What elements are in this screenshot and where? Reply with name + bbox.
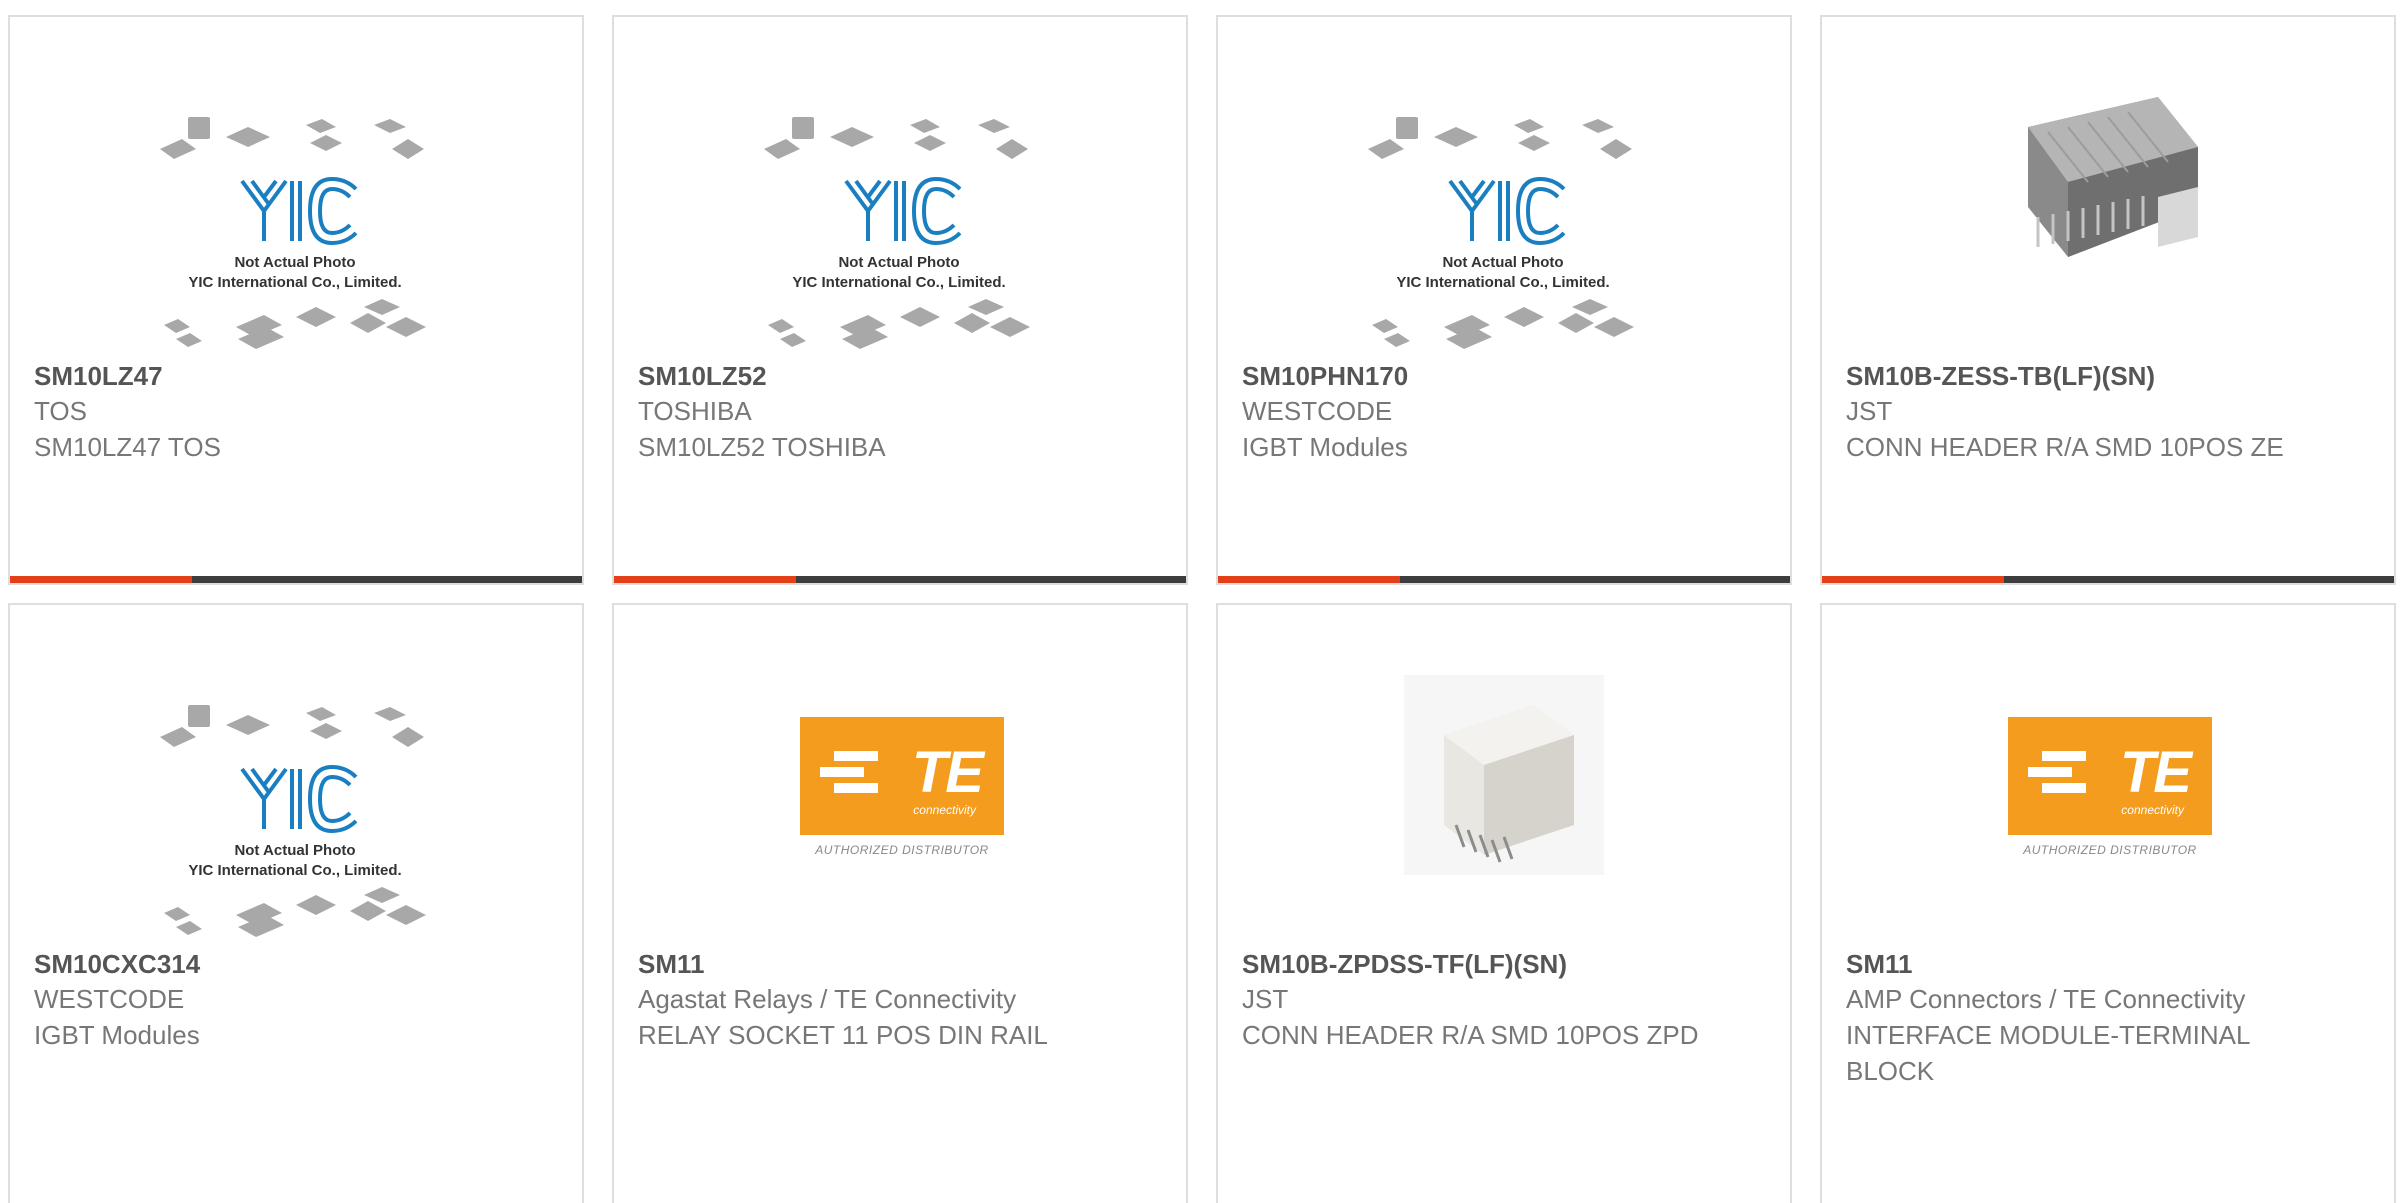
- product-card[interactable]: Not Actual Photo YIC International Co., …: [612, 15, 1188, 585]
- part-number-link[interactable]: SM10PHN170: [1242, 359, 1712, 393]
- product-thumbnail[interactable]: Not Actual Photo YIC International Co., …: [10, 77, 582, 367]
- description: CONN HEADER R/A SMD 10POS ZPD: [1242, 1020, 1699, 1050]
- manufacturer: JST: [1846, 396, 1893, 426]
- part-number-link[interactable]: SM11: [638, 947, 1108, 981]
- te-connectivity-logo: TE connectivity AUTHORIZED DISTRIBUTOR: [800, 717, 1004, 863]
- part-number-link[interactable]: SM10CXC314: [34, 947, 504, 981]
- te-connectivity-logo: TE connectivity AUTHORIZED DISTRIBUTOR: [2008, 717, 2212, 863]
- manufacturer: Agastat Relays / TE Connectivity: [638, 984, 1017, 1014]
- product-info: SM11 Agastat Relays / TE Connectivity RE…: [638, 947, 1108, 1053]
- product-card[interactable]: SM10B-ZPDSS-TF(LF)(SN) JST CONN HEADER R…: [1216, 603, 1792, 1203]
- product-info: SM10PHN170 WESTCODE IGBT Modules: [1242, 359, 1712, 465]
- product-card[interactable]: Not Actual Photo YIC International Co., …: [8, 15, 584, 585]
- card-bottom-bar-accent: [10, 576, 192, 583]
- product-thumbnail[interactable]: Not Actual Photo YIC International Co., …: [1218, 77, 1790, 367]
- product-card[interactable]: TE connectivity AUTHORIZED DISTRIBUTOR S…: [1820, 603, 2396, 1203]
- svg-text:Not Actual Photo: Not Actual Photo: [1442, 254, 1563, 271]
- card-bottom-bar: [1822, 576, 2394, 583]
- svg-text:Not Actual Photo: Not Actual Photo: [234, 254, 355, 271]
- svg-text:YIC International Co., Limited: YIC International Co., Limited.: [792, 274, 1005, 291]
- product-thumbnail[interactable]: [1822, 77, 2394, 367]
- description: SM10LZ47 TOS: [34, 432, 221, 462]
- product-thumbnail[interactable]: Not Actual Photo YIC International Co., …: [10, 665, 582, 955]
- te-logo-text: TE: [911, 740, 984, 805]
- part-number-link[interactable]: SM10LZ52: [638, 359, 1108, 393]
- card-bottom-bar: [1218, 576, 1790, 583]
- card-bottom-bar: [10, 576, 582, 583]
- authorized-distributor-label: AUTHORIZED DISTRIBUTOR: [2023, 843, 2197, 857]
- manufacturer: AMP Connectors / TE Connectivity: [1846, 984, 2246, 1014]
- part-number-link[interactable]: SM10B-ZPDSS-TF(LF)(SN): [1242, 947, 1712, 981]
- product-card[interactable]: Not Actual Photo YIC International Co., …: [8, 603, 584, 1203]
- product-thumbnail[interactable]: Not Actual Photo YIC International Co., …: [614, 77, 1186, 367]
- product-thumbnail[interactable]: [1218, 665, 1790, 955]
- product-info: SM10CXC314 WESTCODE IGBT Modules: [34, 947, 504, 1053]
- product-info: SM10B-ZESS-TB(LF)(SN) JST CONN HEADER R/…: [1846, 359, 2316, 465]
- svg-text:YIC International Co., Limited: YIC International Co., Limited.: [1396, 274, 1609, 291]
- card-bottom-bar: [614, 576, 1186, 583]
- card-bottom-bar-accent: [1218, 576, 1400, 583]
- te-logo-box: TE connectivity: [800, 717, 1004, 835]
- yic-placeholder-image: Not Actual Photo YIC International Co., …: [160, 117, 426, 349]
- part-number-link[interactable]: SM10B-ZESS-TB(LF)(SN): [1846, 359, 2316, 393]
- product-card[interactable]: Not Actual Photo YIC International Co., …: [1216, 15, 1792, 585]
- te-logo-text: TE: [2119, 740, 2192, 805]
- product-card[interactable]: SM10B-ZESS-TB(LF)(SN) JST CONN HEADER R/…: [1820, 15, 2396, 585]
- te-stripes-icon: [820, 751, 878, 793]
- manufacturer: WESTCODE: [34, 984, 185, 1014]
- product-info: SM10B-ZPDSS-TF(LF)(SN) JST CONN HEADER R…: [1242, 947, 1712, 1053]
- description: RELAY SOCKET 11 POS DIN RAIL: [638, 1020, 1048, 1050]
- description: IGBT Modules: [1242, 432, 1408, 462]
- description: CONN HEADER R/A SMD 10POS ZE: [1846, 432, 2284, 462]
- connector-photo: [1404, 675, 1604, 875]
- svg-text:YIC International Co., Limited: YIC International Co., Limited.: [188, 862, 401, 879]
- yic-placeholder-image: Not Actual Photo YIC International Co., …: [160, 705, 426, 937]
- svg-text:YIC International Co., Limited: YIC International Co., Limited.: [188, 274, 401, 291]
- svg-text:Not Actual Photo: Not Actual Photo: [234, 842, 355, 859]
- product-info: SM11 AMP Connectors / TE Connectivity IN…: [1846, 947, 2316, 1089]
- product-grid: Not Actual Photo YIC International Co., …: [8, 15, 2400, 1203]
- product-card[interactable]: TE connectivity AUTHORIZED DISTRIBUTOR S…: [612, 603, 1188, 1203]
- manufacturer: JST: [1242, 984, 1289, 1014]
- part-number-link[interactable]: SM11: [1846, 947, 2316, 981]
- authorized-distributor-label: AUTHORIZED DISTRIBUTOR: [815, 843, 989, 857]
- product-info: SM10LZ52 TOSHIBA SM10LZ52 TOSHIBA: [638, 359, 1108, 465]
- card-bottom-bar-accent: [1822, 576, 2004, 583]
- product-info: SM10LZ47 TOS SM10LZ47 TOS: [34, 359, 504, 465]
- te-logo-box: TE connectivity: [2008, 717, 2212, 835]
- manufacturer: TOSHIBA: [638, 396, 752, 426]
- te-stripes-icon: [2028, 751, 2086, 793]
- te-logo-subtext: connectivity: [2121, 803, 2184, 817]
- description: SM10LZ52 TOSHIBA: [638, 432, 886, 462]
- card-bottom-bar-accent: [614, 576, 796, 583]
- yic-placeholder-image: Not Actual Photo YIC International Co., …: [1368, 117, 1634, 349]
- manufacturer: TOS: [34, 396, 87, 426]
- svg-text:Not Actual Photo: Not Actual Photo: [838, 254, 959, 271]
- manufacturer: WESTCODE: [1242, 396, 1393, 426]
- part-number-link[interactable]: SM10LZ47: [34, 359, 504, 393]
- product-thumbnail[interactable]: TE connectivity AUTHORIZED DISTRIBUTOR: [1822, 665, 2394, 955]
- te-logo-subtext: connectivity: [913, 803, 976, 817]
- description: IGBT Modules: [34, 1020, 200, 1050]
- product-thumbnail[interactable]: TE connectivity AUTHORIZED DISTRIBUTOR: [614, 665, 1186, 955]
- description: INTERFACE MODULE-TERMINAL BLOCK: [1846, 1020, 2250, 1086]
- connector-photo: [2028, 97, 2198, 257]
- yic-placeholder-image: Not Actual Photo YIC International Co., …: [764, 117, 1030, 349]
